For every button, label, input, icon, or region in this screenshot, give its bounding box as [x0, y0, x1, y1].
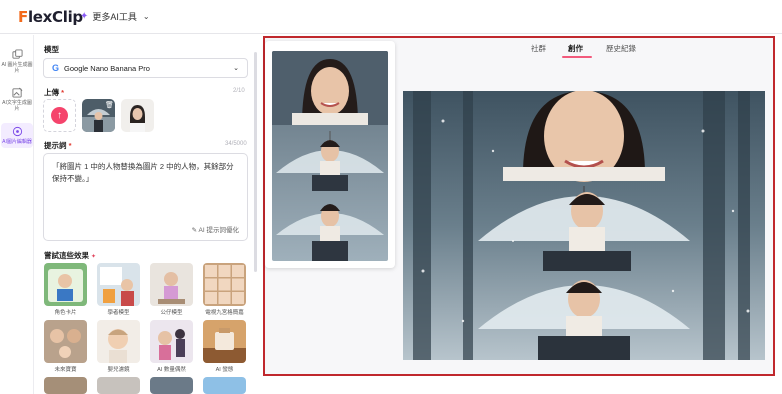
effect-item[interactable]: 公仔模型: [150, 263, 193, 316]
more-ai-tools-label: 更多AI工具: [92, 12, 137, 22]
sparkle-icon: ✦: [80, 11, 89, 22]
effect-name: 嬰兒濾鏡: [107, 367, 130, 373]
upload-button[interactable]: ↑: [43, 99, 76, 132]
rail-item-label: AI文字生成圖片: [2, 100, 32, 112]
chevron-down-icon: ⌄: [142, 12, 150, 21]
effect-thumbnail: [150, 263, 193, 306]
prompt-text[interactable]: 「將圖片 1 中的人物替換為圖片 2 中的人物，其餘部分保持不變。」: [52, 161, 240, 185]
active-tab-indicator: [562, 56, 592, 58]
uploaded-image-1[interactable]: 🗑: [82, 99, 115, 132]
uploaded-photo-woman: [121, 99, 154, 132]
model-select[interactable]: G Google Nano Banana Pro ⌄: [43, 58, 248, 78]
result-image[interactable]: [403, 91, 765, 360]
tab-create[interactable]: 創作: [568, 43, 583, 54]
effect-name: AI 蠻態: [215, 367, 234, 373]
effect-item[interactable]: 嬰兒濾鏡: [97, 320, 140, 373]
effect-name: 學者模型: [107, 310, 130, 316]
effect-thumbnail: [97, 263, 140, 306]
sparkle-icon: ✦: [91, 254, 97, 260]
rail-item-label: AI圖片編輯器: [2, 139, 32, 145]
uploaded-image-2[interactable]: [121, 99, 154, 132]
prompt-label: 提示詞 *: [44, 141, 72, 150]
effect-item[interactable]: 未來寶寶: [44, 320, 87, 373]
effect-thumbnail: [97, 377, 140, 394]
effect-name: 公仔模型: [160, 310, 183, 316]
source-preview-image: [272, 51, 388, 261]
effect-thumbnail: [44, 263, 87, 306]
tab-community[interactable]: 社群: [531, 43, 546, 54]
rail-item-label: AI 圖片生成圖片: [1, 62, 33, 74]
effect-item[interactable]: [203, 377, 246, 394]
effect-thumbnail: [203, 263, 246, 306]
effect-item[interactable]: [150, 377, 193, 394]
prompt-count: 34/5000: [225, 141, 247, 147]
settings-panel: 模型 G Google Nano Banana Pro ⌄ 上傳 * 2/10 …: [35, 35, 261, 394]
prompt-textarea[interactable]: 「將圖片 1 中的人物替換為圖片 2 中的人物，其餘部分保持不變。」 ✎ AI …: [43, 153, 248, 241]
flexclip-logo[interactable]: FlexClip: [18, 8, 83, 26]
model-value: Google Nano Banana Pro: [64, 63, 150, 73]
upload-label: 上傳 *: [44, 88, 65, 97]
rail-item-image-to-image[interactable]: AI 圖片生成圖片: [1, 49, 33, 74]
effect-thumbnail: [44, 320, 87, 363]
rail-item-text-to-image[interactable]: AI文字生成圖片: [1, 87, 33, 112]
effect-item[interactable]: 角色卡片: [44, 263, 87, 316]
image-stack-icon: [11, 49, 23, 59]
effect-name: 角色卡片: [54, 310, 77, 316]
rail-item-image-editor[interactable]: AI圖片編輯器: [1, 123, 33, 148]
google-icon: G: [52, 63, 60, 73]
more-ai-tools-dropdown[interactable]: ✦ 更多AI工具 ⌄: [80, 10, 150, 23]
model-label: 模型: [44, 45, 59, 54]
effect-item[interactable]: 電視九宮格簡嘉: [203, 263, 246, 316]
effect-name: 未來寶寶: [54, 367, 77, 373]
effect-thumbnail: [203, 377, 246, 394]
effect-thumbnail: [203, 320, 246, 363]
panel-scrollbar[interactable]: [254, 52, 257, 272]
trash-icon[interactable]: 🗑: [105, 101, 114, 110]
effect-item[interactable]: AI 數量偶然: [150, 320, 193, 373]
magic-edit-icon: [12, 126, 22, 137]
effect-item[interactable]: [44, 377, 87, 394]
result-stage: 社群 創作 歷史紀錄: [263, 36, 775, 376]
effects-label: 嘗試這些效果 ✦: [44, 251, 97, 260]
effect-item[interactable]: [97, 377, 140, 394]
upload-count: 2/10: [233, 88, 245, 94]
upload-icon: ↑: [51, 107, 68, 124]
effect-name: 電視九宮格簡嘉: [205, 310, 244, 316]
effect-thumbnail: [44, 377, 87, 394]
ai-prompt-optimize-button[interactable]: ✎ AI 提示詞優化: [192, 224, 239, 234]
left-rail: AI 圖片生成圖片 AI文字生成圖片 AI圖片編輯器: [0, 35, 34, 394]
effect-name: AI 數量偶然: [157, 367, 186, 373]
source-preview-card[interactable]: [265, 41, 395, 268]
effect-thumbnail: [150, 377, 193, 394]
effect-item[interactable]: AI 蠻態: [203, 320, 246, 373]
magic-wand-icon: ✎: [191, 227, 198, 234]
effect-thumbnail: [97, 320, 140, 363]
tab-history[interactable]: 歷史紀錄: [606, 43, 636, 54]
effect-item[interactable]: 學者模型: [97, 263, 140, 316]
image-edit-icon: [11, 87, 22, 98]
effect-thumbnail: [150, 320, 193, 363]
chevron-down-icon: ⌄: [233, 65, 239, 72]
top-bar: FlexClip ✦ 更多AI工具 ⌄: [0, 0, 782, 34]
